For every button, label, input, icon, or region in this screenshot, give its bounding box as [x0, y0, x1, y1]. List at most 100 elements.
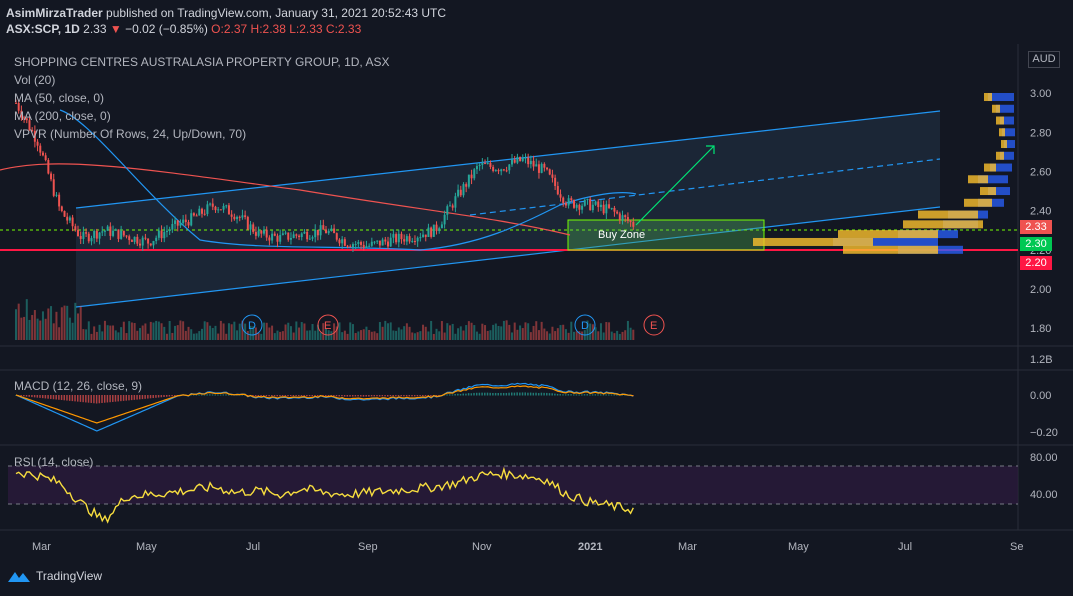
macd-histogram-bar [546, 392, 548, 396]
volume-bar [438, 331, 441, 340]
macd-histogram-bar [125, 395, 128, 401]
volume-bar [187, 326, 190, 340]
price-tick-label: 1.80 [1030, 323, 1051, 335]
candle-body [265, 229, 268, 238]
macd-histogram-bar [263, 395, 265, 396]
indicator-ma50[interactable]: MA (50, close, 0) [14, 91, 104, 105]
candle-body [120, 230, 123, 239]
macd-histogram-bar [133, 395, 136, 400]
indicator-vol[interactable]: Vol (20) [14, 73, 55, 87]
indicator-vpvr[interactable]: VPVR (Number Of Rows, 24, Up/Down, 70) [14, 127, 246, 141]
volume-bar [47, 308, 50, 340]
macd-histogram-bar [206, 394, 208, 396]
volume-bar [564, 329, 567, 340]
candle-body [605, 204, 608, 214]
macd-histogram-bar [370, 395, 373, 397]
macd-histogram-bar [540, 392, 543, 396]
indicator-macd[interactable]: MACD (12, 26, close, 9) [14, 379, 142, 393]
volume-bar [179, 320, 182, 340]
candle-body [93, 230, 96, 239]
volume-bar [20, 317, 23, 340]
volume-bar [133, 322, 136, 340]
volume-bar [543, 328, 546, 340]
volume-bar [219, 320, 222, 340]
volume-bar [103, 320, 106, 340]
volume-bar [556, 328, 559, 340]
candle-body [341, 239, 344, 244]
macd-histogram-bar [567, 394, 570, 396]
volume-bar [303, 323, 306, 340]
volume-bar [497, 325, 500, 340]
candle-body [308, 238, 311, 240]
volume-bar [594, 327, 597, 340]
macd-histogram-bar [327, 395, 330, 396]
candle-body [432, 224, 435, 237]
volume-bar [230, 324, 233, 340]
volume-bar [63, 305, 66, 340]
volume-bar [292, 332, 295, 340]
macd-histogram-bar [413, 395, 416, 397]
volume-bar [378, 322, 381, 340]
volume-bar [368, 330, 371, 340]
candle-body [112, 230, 115, 236]
macd-histogram-bar [551, 393, 553, 396]
volume-bar [540, 321, 543, 340]
footer-brand[interactable]: TradingView [8, 569, 102, 583]
macd-histogram-bar [360, 395, 362, 397]
candle-body [246, 217, 249, 230]
candle-body [333, 228, 336, 234]
volume-bar [114, 330, 117, 340]
currency-label[interactable]: AUD [1028, 51, 1060, 68]
macd-histogram-bar [527, 392, 529, 396]
time-axis[interactable]: Mar May Jul Sep Nov 2021 Mar May Jul Se [32, 541, 1023, 553]
candle-body [392, 234, 395, 238]
candle-body [354, 244, 357, 246]
macd-histogram-bar [306, 395, 308, 397]
candle-body [311, 237, 314, 239]
macd-histogram-bar [537, 393, 540, 396]
volume-bar [462, 330, 465, 340]
volume-bar [535, 321, 538, 340]
indicator-ma200[interactable]: MA (200, close, 0) [14, 109, 111, 123]
candle-body [85, 232, 88, 234]
candle-body [378, 240, 381, 246]
macd-histogram-bar [475, 392, 478, 396]
volume-bar [217, 333, 220, 340]
macd-histogram-bar [289, 395, 292, 397]
macd-histogram-bar [90, 395, 92, 403]
volume-bar [36, 318, 39, 340]
candle-body [50, 173, 53, 180]
macd-histogram-bar [136, 395, 138, 400]
chart-canvas[interactable]: Buy Zone D E D E 3.00 2.80 2.60 2.40 2.20 2.0… [0, 0, 1073, 596]
candle-body [419, 237, 422, 239]
candle-body [271, 233, 274, 241]
volume-bar [537, 330, 540, 340]
candle-body [187, 222, 190, 226]
macd-histogram-bar [55, 395, 57, 400]
volume-bar [351, 324, 354, 340]
time-tick-label: 2021 [578, 541, 602, 553]
macd-histogram-bar [519, 392, 521, 396]
macd-histogram-bar [349, 395, 351, 397]
macd-histogram-bar [77, 395, 79, 402]
macd-histogram-bar [562, 394, 564, 396]
macd-histogram-bar [254, 395, 257, 397]
candle-body [122, 230, 125, 236]
volume-bar [257, 332, 260, 340]
volume-bar [50, 306, 53, 340]
candle-body [60, 206, 63, 211]
macd-histogram-bar [457, 393, 459, 396]
macd-histogram-bar [343, 395, 346, 397]
candle-body [540, 163, 543, 173]
candle-body [578, 204, 581, 210]
indicator-rsi[interactable]: RSI (14, close) [14, 455, 93, 469]
macd-histogram-bar [405, 395, 408, 397]
volume-bar [157, 321, 160, 340]
volume-bar [112, 325, 115, 340]
macd-histogram-bar [149, 395, 152, 399]
price-axis[interactable]: 3.002.802.602.402.202.001.801.2B0.00−0.2… [1030, 88, 1058, 501]
candle-body [206, 204, 209, 214]
macd-histogram-bar [346, 395, 349, 397]
volume-bar [155, 320, 158, 340]
volume-bar [443, 332, 446, 340]
